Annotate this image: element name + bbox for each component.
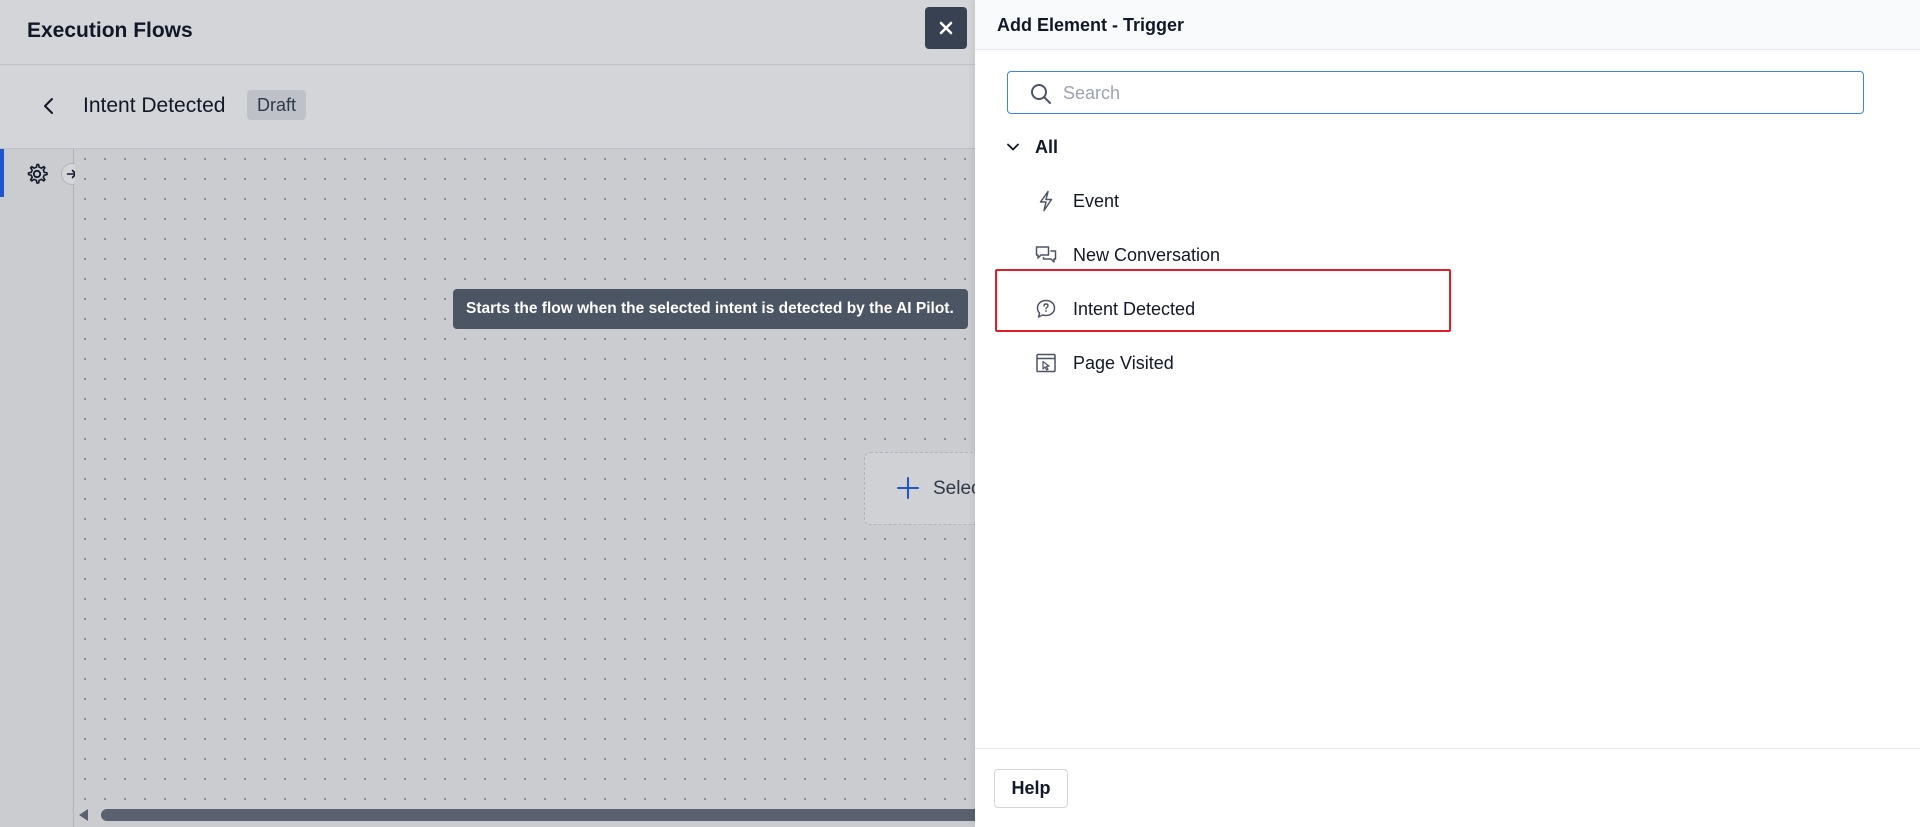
modal-backdrop[interactable]	[0, 0, 975, 827]
close-icon	[939, 21, 953, 35]
trigger-item-label: New Conversation	[1073, 244, 1221, 265]
question-bubble-icon	[1035, 298, 1057, 320]
trigger-item-event[interactable]: Event	[1035, 181, 1435, 221]
page-cursor-icon	[1035, 352, 1057, 374]
chevron-down-icon	[1007, 143, 1019, 151]
trigger-description-tooltip: Starts the flow when the selected intent…	[453, 289, 968, 329]
trigger-item-label: Page Visited	[1073, 352, 1174, 373]
add-element-drawer: Add Element - Trigger All Event New Conv…	[975, 0, 1920, 827]
drawer-footer: Help	[975, 748, 1920, 827]
drawer-title: Add Element - Trigger	[997, 15, 1185, 35]
search-icon	[1031, 84, 1051, 104]
trigger-item-label: Event	[1073, 190, 1120, 211]
help-button[interactable]: Help	[994, 769, 1068, 808]
chat-bubbles-icon	[1035, 244, 1057, 266]
group-toggle-all[interactable]: All	[1005, 134, 1058, 160]
trigger-item-new-conversation[interactable]: New Conversation	[1035, 235, 1435, 275]
lightning-icon	[1035, 190, 1057, 212]
search-input[interactable]	[1063, 77, 1843, 109]
trigger-item-page-visited[interactable]: Page Visited	[1035, 343, 1435, 383]
trigger-item-intent-detected[interactable]: Intent Detected	[1035, 289, 1435, 329]
group-label: All	[1035, 136, 1059, 157]
close-drawer-button[interactable]	[925, 7, 967, 49]
trigger-item-label: Intent Detected	[1073, 298, 1196, 319]
search-box[interactable]	[1007, 71, 1864, 114]
drawer-header: Add Element - Trigger	[975, 0, 1920, 50]
